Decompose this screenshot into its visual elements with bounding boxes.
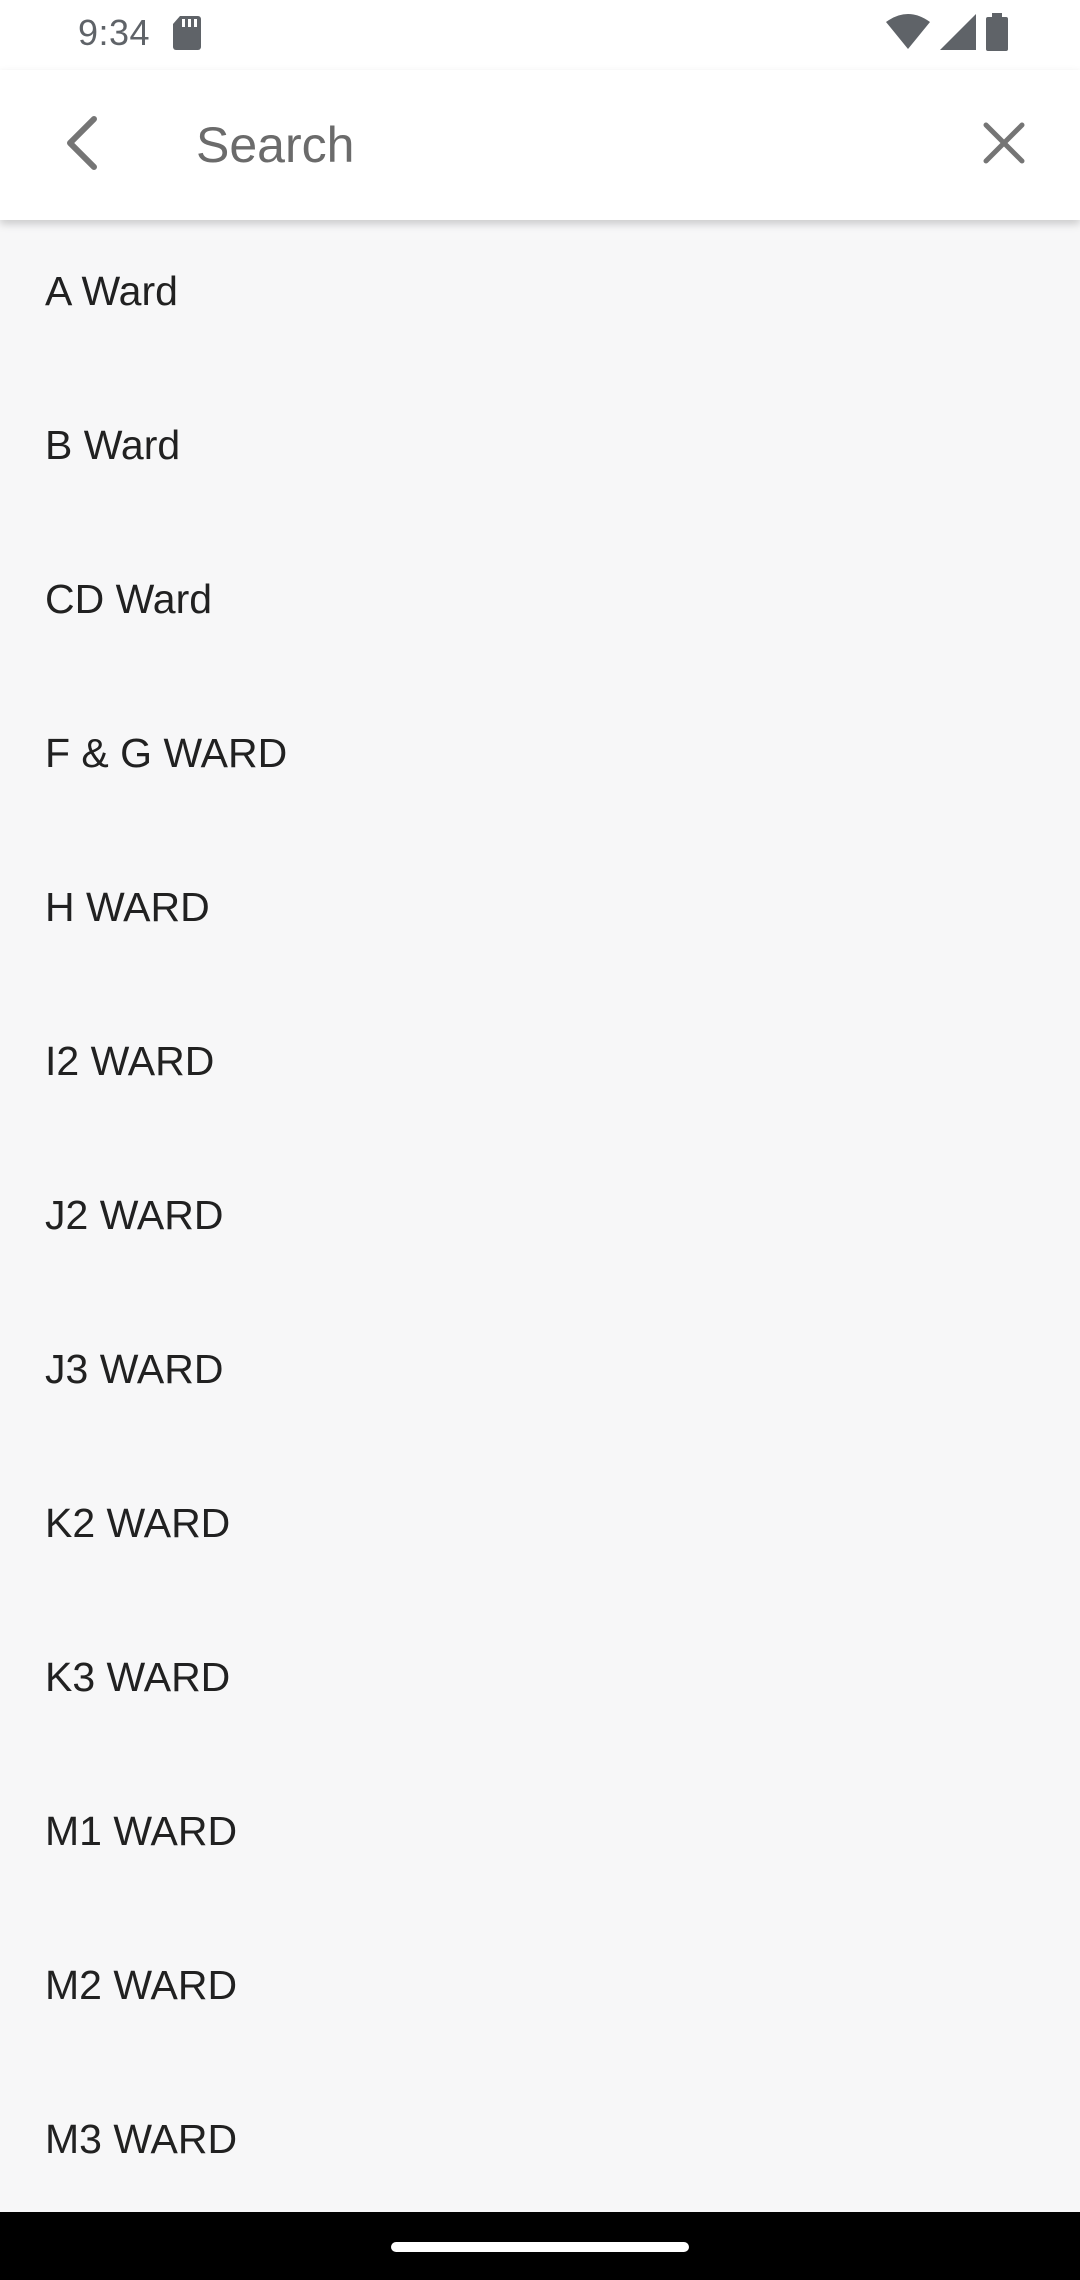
list-item[interactable]: J2 WARD (0, 1144, 1080, 1298)
close-icon (982, 121, 1026, 170)
battery-icon (986, 12, 1008, 56)
status-bar: 9:34 (0, 0, 1080, 70)
status-time: 9:34 (78, 12, 151, 53)
navigation-bar (0, 2212, 1080, 2280)
list-item[interactable]: B Ward (0, 374, 1080, 528)
sd-card-icon (172, 16, 202, 50)
search-input[interactable] (196, 100, 956, 190)
list-item[interactable]: F & G WARD (0, 682, 1080, 836)
list-item[interactable]: M1 WARD (0, 1760, 1080, 1914)
back-button[interactable] (40, 103, 124, 187)
list-item[interactable]: M3 WARD (0, 2068, 1080, 2212)
cell-signal-icon (940, 13, 976, 55)
list-item[interactable]: A Ward (0, 220, 1080, 374)
list-item[interactable]: H WARD (0, 836, 1080, 990)
ward-list: A Ward B Ward CD Ward F & G WARD H WARD … (0, 220, 1080, 2212)
list-item[interactable]: M2 WARD (0, 1914, 1080, 2068)
clear-search-button[interactable] (962, 103, 1046, 187)
search-app-bar (0, 70, 1080, 220)
list-item[interactable]: K2 WARD (0, 1452, 1080, 1606)
list-item[interactable]: J3 WARD (0, 1298, 1080, 1452)
status-icons (886, 12, 1008, 56)
list-item[interactable]: CD Ward (0, 528, 1080, 682)
home-gesture-handle[interactable] (391, 2242, 689, 2252)
list-item[interactable]: I2 WARD (0, 990, 1080, 1144)
chevron-left-icon (62, 115, 102, 176)
list-item[interactable]: K3 WARD (0, 1606, 1080, 1760)
wifi-icon (886, 13, 930, 55)
